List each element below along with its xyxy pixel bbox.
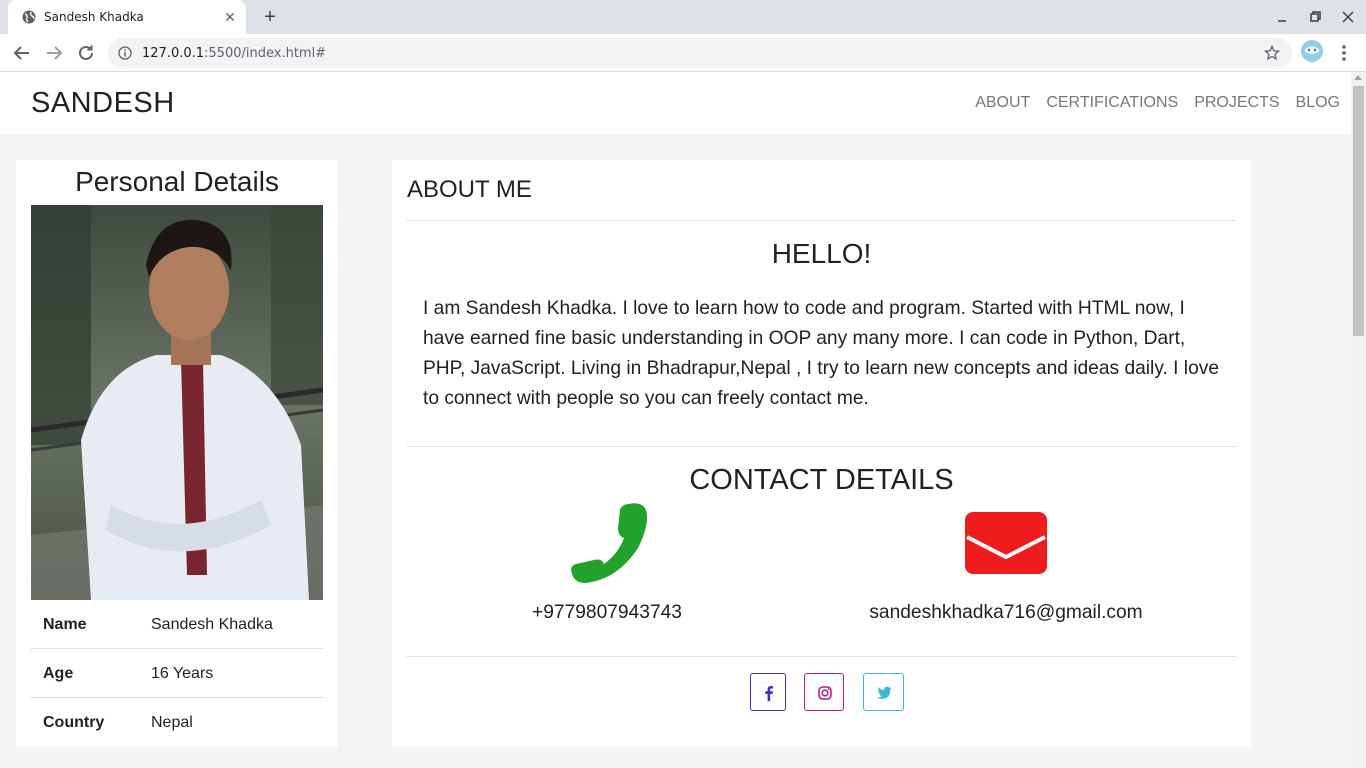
facebook-button[interactable] — [750, 673, 786, 711]
instagram-button[interactable] — [804, 673, 844, 711]
instagram-icon — [818, 686, 832, 700]
divider — [407, 220, 1236, 221]
age-label: Age — [43, 665, 74, 682]
back-arrow-icon[interactable] — [11, 42, 33, 64]
table-row: Country Nepal — [31, 698, 323, 747]
page-viewport: SANDESH ABOUT CERTIFICATIONS PROJECTS BL… — [0, 72, 1366, 768]
scroll-thumb[interactable] — [1353, 86, 1364, 336]
site-header: SANDESH ABOUT CERTIFICATIONS PROJECTS BL… — [0, 72, 1351, 134]
email-address[interactable]: sandeshkhadka716@gmail.com — [826, 602, 1186, 624]
nav-certifications[interactable]: CERTIFICATIONS — [1046, 94, 1178, 112]
forward-arrow-icon[interactable] — [43, 42, 65, 64]
greeting-heading: HELLO! — [771, 238, 872, 269]
name-label: Name — [43, 616, 87, 633]
nav-about[interactable]: ABOUT — [975, 94, 1030, 112]
bookmark-star-icon[interactable] — [1264, 45, 1280, 61]
country-label: Country — [43, 714, 105, 731]
profile-avatar[interactable] — [1301, 40, 1323, 62]
about-card: ABOUT ME HELLO! I am Sandesh Khadka. I l… — [392, 160, 1251, 747]
phone-number[interactable]: +9779807943743 — [492, 602, 722, 624]
table-row: Age 16 Years — [31, 649, 323, 698]
facebook-icon — [765, 686, 773, 701]
close-window-icon[interactable] — [1340, 9, 1356, 25]
tab-title: Sandesh Khadka — [44, 10, 144, 24]
address-bar[interactable]: 127.0.0.1:5500/index.html# — [108, 38, 1292, 68]
country-value: Nepal — [151, 714, 193, 731]
kebab-menu-icon[interactable] — [1337, 42, 1351, 64]
page-scrollbar[interactable] — [1351, 72, 1366, 768]
url-text: 127.0.0.1:5500/index.html# — [142, 46, 327, 61]
personal-details-title: Personal Details — [75, 166, 279, 197]
globe-icon — [22, 10, 36, 24]
twitter-button[interactable] — [863, 673, 904, 711]
personal-details-table: Name Sandesh Khadka Age 16 Years Country… — [31, 600, 323, 747]
contact-title: CONTACT DETAILS — [689, 464, 954, 496]
table-row: Name Sandesh Khadka — [31, 600, 323, 649]
new-tab-icon[interactable]: + — [260, 7, 280, 27]
divider — [407, 446, 1236, 447]
age-value: 16 Years — [151, 665, 214, 682]
bio-paragraph: I am Sandesh Khadka. I love to learn how… — [423, 298, 1220, 409]
divider — [407, 656, 1236, 657]
scroll-up-arrow-icon[interactable] — [1354, 75, 1362, 80]
envelope-icon — [965, 512, 1047, 574]
browser-toolbar: 127.0.0.1:5500/index.html# — [0, 34, 1366, 72]
nav-blog[interactable]: BLOG — [1296, 94, 1340, 112]
name-value: Sandesh Khadka — [151, 616, 273, 633]
nav-projects[interactable]: PROJECTS — [1194, 94, 1279, 112]
personal-details-card: Personal Details Name Sandesh Khadka Age… — [16, 160, 338, 747]
reload-icon[interactable] — [75, 42, 97, 64]
close-tab-icon[interactable]: ✕ — [222, 9, 238, 25]
about-title: ABOUT ME — [407, 176, 532, 203]
minimize-icon[interactable] — [1274, 9, 1290, 25]
browser-tab[interactable]: Sandesh Khadka ✕ — [8, 0, 246, 34]
profile-photo — [31, 205, 323, 600]
site-nav: ABOUT CERTIFICATIONS PROJECTS BLOG — [975, 94, 1340, 112]
site-brand[interactable]: SANDESH — [31, 87, 175, 120]
info-icon[interactable] — [118, 46, 132, 60]
browser-tabstrip: Sandesh Khadka ✕ + — [0, 0, 1366, 34]
phone-icon — [571, 503, 647, 583]
restore-icon[interactable] — [1307, 9, 1323, 25]
twitter-icon — [876, 686, 892, 699]
